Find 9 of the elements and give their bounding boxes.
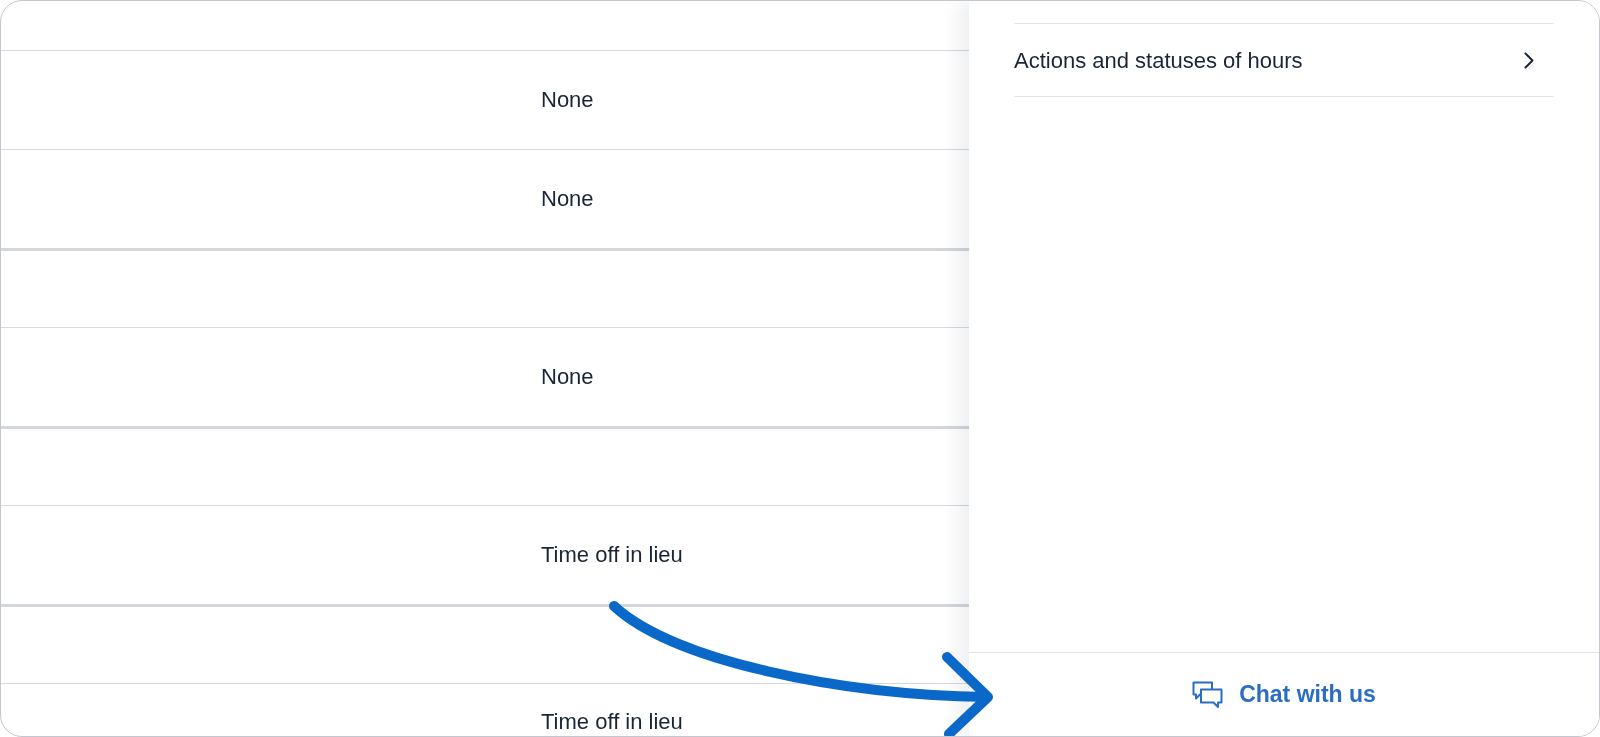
- value-text: Time off in lieu: [541, 709, 683, 735]
- value-text: None: [541, 364, 594, 390]
- chat-bubbles-icon: [1192, 680, 1224, 709]
- value-text: None: [541, 186, 594, 212]
- chevron-right-icon: [1524, 51, 1534, 69]
- menu-item[interactable]: Actions and statuses of hours: [1014, 23, 1554, 97]
- value-text: None: [541, 87, 594, 113]
- chat-button[interactable]: Chat with us: [1186, 673, 1382, 716]
- value-text: Time off in lieu: [541, 542, 683, 568]
